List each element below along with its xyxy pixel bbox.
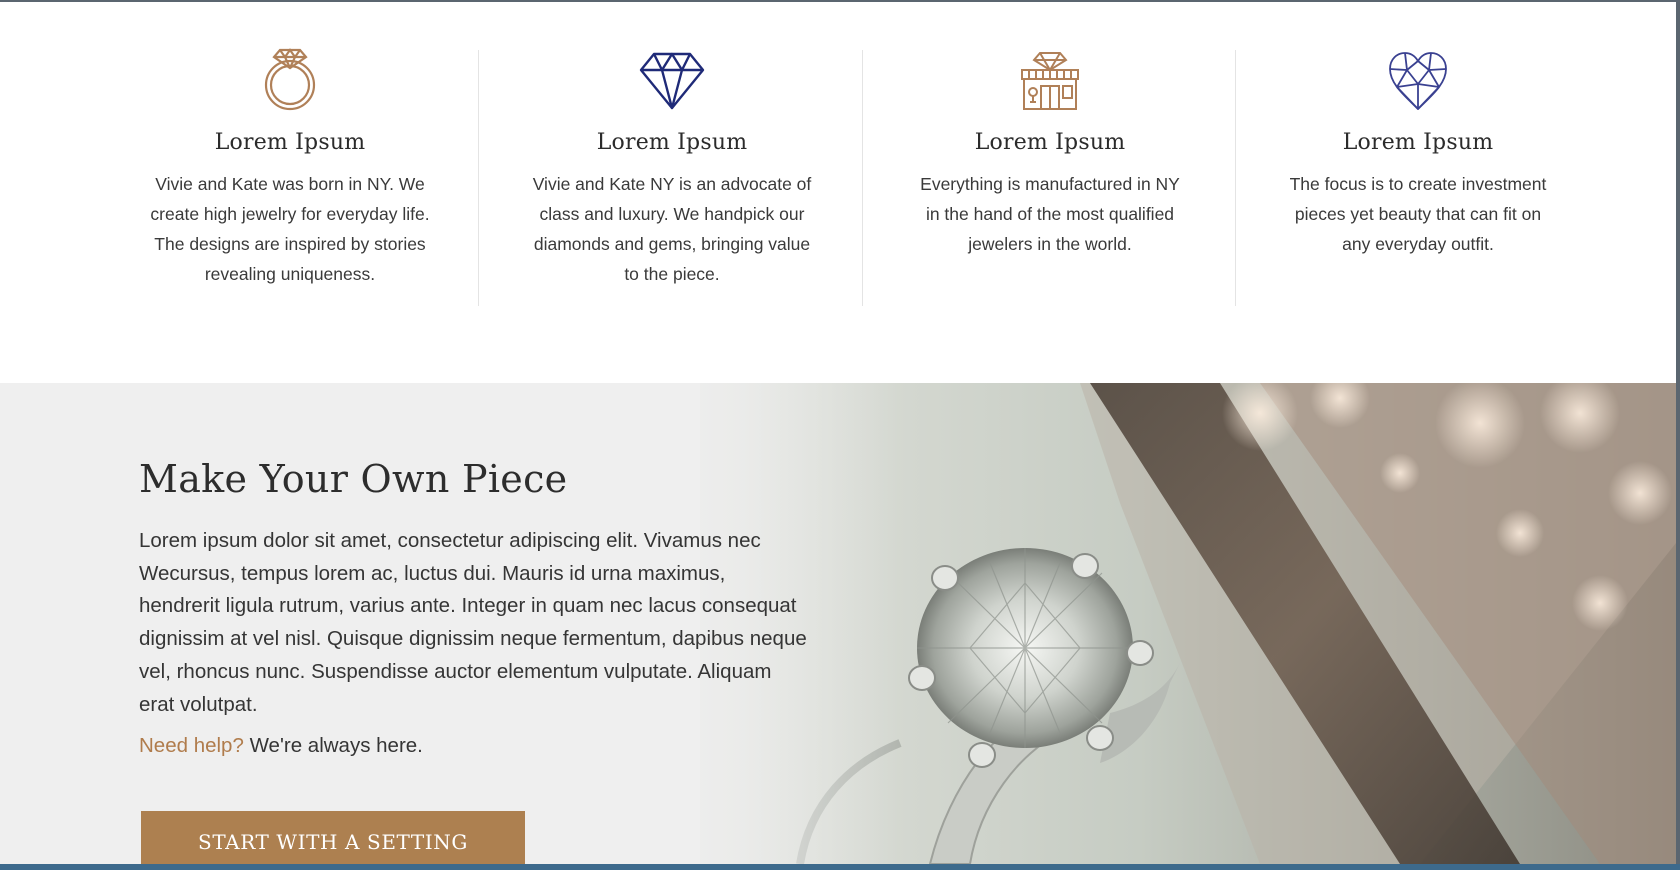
description-line: revealing uniqueness. [204, 264, 376, 284]
feature-description: Everything is manufactured in NY in the … [888, 169, 1212, 259]
feature-description: The focus is to create investment pieces… [1260, 169, 1576, 259]
features-section: Lorem Ipsum Vivie and Kate was born in N… [0, 2, 1676, 383]
ring-icon [126, 42, 454, 112]
description-line: Vivie and Kate NY is an advocate of [532, 174, 812, 194]
feature-divider [862, 50, 863, 306]
help-line: Need help? We're always here. [139, 734, 423, 758]
description-line: diamonds and gems, bringing value [533, 234, 811, 254]
need-help-link[interactable]: Need help? [139, 734, 244, 757]
feature-4: Lorem Ipsum The focus is to create inves… [1260, 42, 1576, 259]
description-line: jewelers in the world. [968, 234, 1132, 254]
description-line: The focus is to create investment [1289, 174, 1547, 194]
help-text: We're always here. [243, 734, 423, 757]
feature-2: Lorem Ipsum Vivie and Kate NY is an advo… [506, 42, 838, 289]
feature-title: Lorem Ipsum [596, 130, 748, 155]
feature-divider [1235, 50, 1236, 306]
description-line: to the piece. [624, 264, 720, 284]
description-line: Everything is manufactured in NY [920, 174, 1180, 194]
feature-title: Lorem Ipsum [1342, 130, 1494, 155]
start-with-setting-button[interactable]: START WITH A SETTING [141, 811, 525, 864]
description-line: The designs are inspired by stories [154, 234, 426, 254]
description-line: in the hand of the most qualified [925, 204, 1175, 224]
description-line: any everyday outfit. [1342, 234, 1494, 254]
section-body-text: Lorem ipsum dolor sit amet, consectetur … [139, 529, 807, 716]
description-line: pieces yet beauty that can fit on [1294, 204, 1542, 224]
feature-description: Vivie and Kate NY is an advocate of clas… [506, 169, 838, 289]
feature-title: Lorem Ipsum [974, 130, 1126, 155]
feature-divider [478, 50, 479, 306]
description-line: Vivie and Kate was born in NY. We [155, 174, 425, 194]
window-edge [1676, 0, 1680, 870]
heart-diamond-icon [1260, 42, 1576, 112]
diamond-icon [506, 42, 838, 112]
feature-3: Lorem Ipsum Everything is manufactured i… [888, 42, 1212, 259]
window-bottom-bar [0, 864, 1680, 870]
make-your-own-section: Make Your Own Piece Lorem ipsum dolor si… [0, 383, 1676, 864]
description-line: class and luxury. We handpick our [539, 204, 805, 224]
description-line: create high jewelry for everyday life. [150, 204, 430, 224]
jewelry-store-icon [888, 42, 1212, 112]
feature-title: Lorem Ipsum [214, 130, 366, 155]
feature-1: Lorem Ipsum Vivie and Kate was born in N… [126, 42, 454, 289]
page-frame: Lorem Ipsum Vivie and Kate was born in N… [0, 2, 1676, 864]
feature-description: Vivie and Kate was born in NY. We create… [126, 169, 454, 289]
section-heading: Make Your Own Piece [139, 457, 568, 501]
